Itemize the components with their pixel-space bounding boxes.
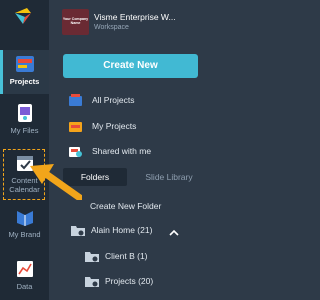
workspace-logo: Your Company Name — [62, 9, 89, 35]
folder-tabs: Folders Slide Library — [63, 168, 205, 186]
projects-icon — [15, 56, 34, 72]
folder-label: Projects (20) — [105, 276, 154, 286]
shared-icon — [69, 147, 82, 157]
main-panel: Your Company Name Visme Enterprise W... … — [49, 0, 206, 300]
folder-user-icon — [85, 277, 99, 287]
rail-label: My Brand — [8, 230, 41, 239]
nav-label: All Projects — [92, 95, 135, 105]
tab-slide-library[interactable]: Slide Library — [133, 168, 205, 186]
left-rail: Projects My Files Content Calendar My Br… — [0, 0, 49, 300]
folder-label: Alain Home (21) — [91, 225, 153, 235]
chevron-up-icon[interactable] — [169, 229, 179, 237]
files-icon — [17, 104, 32, 122]
nav-label: Shared with me — [92, 146, 152, 156]
create-new-button[interactable]: Create New — [63, 54, 198, 78]
rail-item-data[interactable]: Data — [0, 259, 49, 300]
chart-icon — [16, 261, 33, 277]
folder-stack-icon — [69, 94, 82, 106]
folder-icon — [69, 122, 82, 132]
rail-label: Projects — [9, 77, 40, 86]
folder-user-icon — [71, 226, 85, 236]
rail-label: Data — [16, 282, 33, 291]
workspace-switcher[interactable]: Your Company Name Visme Enterprise W... … — [62, 8, 202, 38]
rail-item-my-files[interactable]: My Files — [0, 103, 49, 143]
arrow-annotation-icon — [30, 164, 82, 200]
visme-logo-icon[interactable] — [13, 6, 33, 26]
folder-user-icon — [85, 252, 99, 262]
create-folder-label: Create New Folder — [90, 201, 162, 211]
brand-icon — [16, 211, 33, 226]
folder-label: Client B (1) — [105, 251, 148, 261]
workspace-subtitle: Workspace — [94, 24, 129, 31]
rail-item-projects[interactable]: Projects — [0, 50, 49, 94]
rail-label: My Files — [10, 126, 39, 135]
nav-label: My Projects — [92, 121, 137, 131]
workspace-name: Visme Enterprise W... — [94, 12, 176, 22]
rail-item-my-brand[interactable]: My Brand — [0, 207, 49, 247]
